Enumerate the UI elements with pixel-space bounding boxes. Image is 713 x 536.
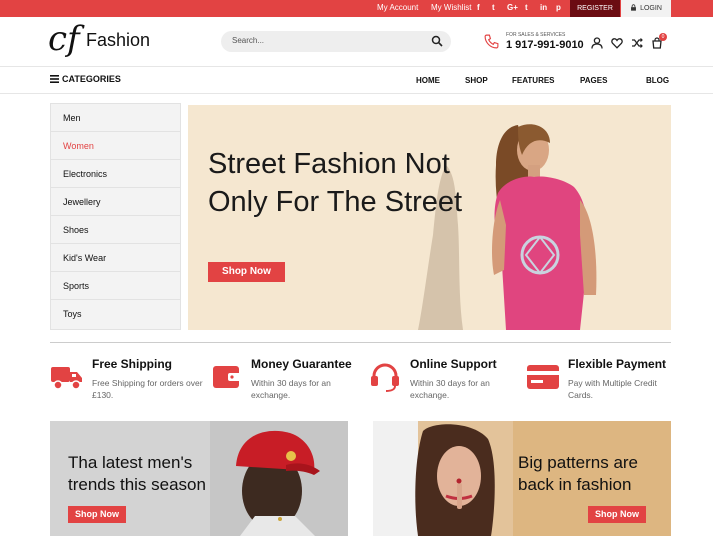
sidebar-item-women[interactable]: Women — [51, 132, 180, 160]
search-bar[interactable]: Search... — [221, 31, 451, 52]
feature-description: Pay with Multiple Credit Cards. — [568, 378, 657, 400]
nav-home[interactable]: HOME — [416, 76, 440, 85]
sidebar-item-shoes[interactable]: Shoes — [51, 216, 180, 244]
sidebar-item-electronics[interactable]: Electronics — [51, 160, 180, 188]
feature-title: Money Guarantee — [251, 357, 352, 371]
my-wishlist-link[interactable]: My Wishlist — [431, 3, 471, 12]
nav-pages[interactable]: PAGES — [580, 76, 607, 85]
menu-icon[interactable] — [50, 75, 59, 83]
category-sidebar: Men Women Electronics Jewellery Shoes Ki… — [50, 103, 181, 330]
truck-icon — [51, 367, 82, 390]
logo-text[interactable]: Fashion — [86, 30, 150, 51]
promo-banner-women: Big patterns are back in fashion Shop No… — [373, 421, 671, 536]
sidebar-item-label: Toys — [63, 309, 82, 319]
cart-count-badge: 0 — [659, 33, 667, 41]
shuffle-icon[interactable] — [631, 37, 643, 49]
headset-icon — [371, 363, 399, 392]
logo-mark[interactable]: cf — [48, 20, 80, 58]
search-input[interactable]: Search... — [232, 36, 264, 45]
sidebar-item-toys[interactable]: Toys — [51, 300, 180, 328]
banner-men-title: Tha latest men's trends this season — [68, 453, 206, 494]
sidebar-item-kids-wear[interactable]: Kid's Wear — [51, 244, 180, 272]
feature-description: Within 30 days for an exchange. — [251, 378, 331, 400]
feature-title: Flexible Payment — [568, 357, 667, 371]
my-account-link[interactable]: My Account — [377, 3, 418, 12]
pinterest-icon[interactable]: p — [556, 3, 561, 12]
features-divider — [50, 342, 671, 343]
login-button[interactable]: LOGIN — [621, 0, 671, 17]
tumblr-icon[interactable]: t — [525, 3, 528, 12]
wallet-icon — [213, 366, 241, 388]
sidebar-item-label: Sports — [63, 281, 90, 291]
twitter-icon[interactable]: t — [492, 3, 495, 12]
nav-divider-top — [0, 66, 713, 67]
heart-icon[interactable] — [611, 37, 623, 49]
sidebar-item-label: Electronics — [63, 169, 108, 179]
feature-title: Online Support — [410, 357, 497, 371]
categories-toggle[interactable]: CATEGORIES — [62, 74, 121, 84]
sidebar-item-label: Kid's Wear — [63, 253, 107, 263]
facebook-icon[interactable]: f — [477, 3, 480, 12]
hero-title: Street Fashion Not Only For The Street — [208, 148, 463, 218]
login-label: LOGIN — [640, 5, 662, 12]
user-icon[interactable] — [591, 37, 603, 49]
sidebar-item-label: Shoes — [63, 225, 89, 235]
banner-men-shop-now-button[interactable]: Shop Now — [68, 506, 126, 523]
sidebar-item-label: Men — [63, 113, 81, 123]
register-button[interactable]: REGISTER — [570, 0, 620, 17]
search-icon[interactable] — [431, 35, 443, 47]
hero-shop-now-button[interactable]: Shop Now — [208, 262, 285, 282]
hero-banner: Street Fashion Not Only For The Street S… — [188, 105, 671, 330]
promo-banner-men: Tha latest men's trends this season Shop… — [50, 421, 348, 536]
credit-card-icon — [527, 365, 559, 389]
google-plus-icon[interactable]: G+ — [507, 3, 518, 12]
feature-title: Free Shipping — [92, 357, 173, 371]
nav-features[interactable]: FEATURES — [512, 76, 555, 85]
nav-blog[interactable]: BLOG — [646, 76, 669, 85]
top-bar: My Account My Wishlist f t G+ t in p REG… — [0, 0, 713, 17]
lock-icon — [631, 4, 637, 11]
banner-women-title: Big patterns are back in fashion — [518, 453, 639, 494]
nav-divider-bottom — [0, 93, 713, 94]
banner-women-shop-now-button[interactable]: Shop Now — [588, 506, 646, 523]
sidebar-item-label: Jewellery — [63, 197, 101, 207]
phone-caption: FOR SALES & SERVICES — [506, 32, 566, 38]
linkedin-icon[interactable]: in — [540, 3, 547, 12]
feature-description: Free Shipping for orders over £130. — [92, 378, 203, 400]
feature-description: Within 30 days for an exchange. — [410, 378, 490, 400]
nav-shop[interactable]: SHOP — [465, 76, 488, 85]
sidebar-item-label: Women — [63, 141, 94, 151]
phone-number[interactable]: 1 917-991-9010 — [506, 39, 584, 51]
sidebar-item-sports[interactable]: Sports — [51, 272, 180, 300]
sidebar-item-men[interactable]: Men — [51, 104, 180, 132]
sidebar-item-jewellery[interactable]: Jewellery — [51, 188, 180, 216]
phone-icon — [484, 34, 499, 49]
